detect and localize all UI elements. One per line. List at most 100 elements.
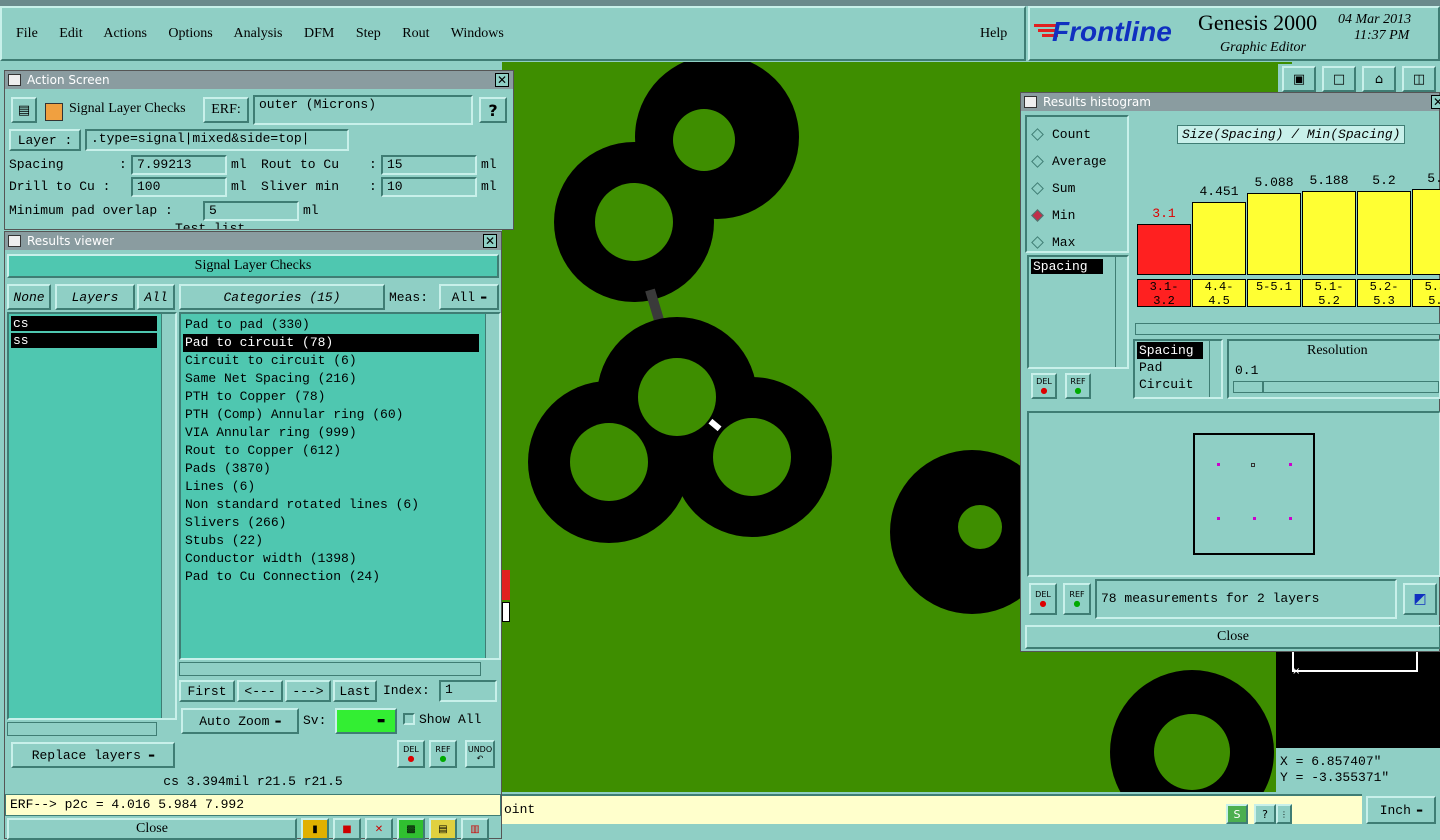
category-item[interactable]: Slivers (266) — [183, 514, 479, 532]
export-icon[interactable]: ◩ — [1403, 583, 1437, 615]
categories-button[interactable]: Categories (15) — [179, 284, 385, 310]
snap-icon[interactable]: S — [1226, 804, 1248, 824]
toolbar-icon-4[interactable]: ◫ — [1402, 66, 1436, 92]
next-button[interactable]: ---> — [285, 680, 331, 702]
layer-button[interactable]: Layer : — [9, 129, 81, 151]
close-button[interactable]: Close — [1025, 625, 1440, 649]
menu-step[interactable]: Step — [356, 26, 381, 41]
spacing-field[interactable]: 7.99213 — [131, 155, 227, 175]
del-button[interactable]: DEL ● — [397, 740, 425, 768]
close-icon[interactable]: ✕ — [483, 234, 497, 248]
overlap-field[interactable]: 5 — [203, 201, 299, 221]
del-button-2[interactable]: DEL ● — [1029, 583, 1057, 615]
erf-field[interactable]: outer (Microns) — [253, 95, 473, 125]
layers-hscroll[interactable] — [7, 722, 157, 736]
category-item[interactable]: PTH to Copper (78) — [183, 388, 479, 406]
help-button[interactable]: ? — [479, 97, 507, 123]
menu-actions[interactable]: Actions — [103, 26, 147, 41]
category-item[interactable]: PTH (Comp) Annular ring (60) — [183, 406, 479, 424]
menu-options[interactable]: Options — [168, 26, 212, 41]
close-icon[interactable]: ✕ — [495, 73, 509, 87]
chart-icon[interactable]: ▥ — [461, 818, 489, 840]
mode-radio-max[interactable]: Max — [1027, 229, 1127, 256]
category-item[interactable]: Pad to Cu Connection (24) — [183, 568, 479, 586]
scrollbar[interactable] — [1209, 341, 1221, 397]
first-button[interactable]: First — [179, 680, 235, 702]
category-item[interactable]: Rout to Copper (612) — [183, 442, 479, 460]
tool-icon-3[interactable]: ✕ — [365, 818, 393, 840]
drill-field[interactable]: 100 — [131, 177, 227, 197]
prev-button[interactable]: <--- — [237, 680, 283, 702]
rout-field[interactable]: 15 — [381, 155, 477, 175]
erf-button[interactable]: ERF: — [203, 97, 249, 123]
meas-select[interactable]: All ▬ — [439, 284, 499, 310]
menu-dfm[interactable]: DFM — [304, 26, 334, 41]
replace-layers-select[interactable]: Replace layers ▬ — [11, 742, 175, 768]
ref-button[interactable]: REF ● — [429, 740, 457, 768]
toolbar-icon-3[interactable]: ⌂ — [1362, 66, 1396, 92]
resolution-slider[interactable] — [1233, 381, 1439, 393]
category-item[interactable]: Lines (6) — [183, 478, 479, 496]
mode-radio-average[interactable]: Average — [1027, 148, 1127, 175]
list-item[interactable]: ss — [11, 333, 157, 348]
unit-select[interactable]: Inch ▬ — [1366, 796, 1436, 824]
mode-radio-min[interactable]: Min — [1027, 202, 1127, 229]
scrollbar[interactable] — [485, 314, 499, 658]
histogram-bar[interactable] — [1192, 202, 1246, 275]
histogram-bar[interactable] — [1357, 191, 1411, 275]
histogram-hscroll[interactable] — [1135, 323, 1440, 335]
tool-icon-5[interactable]: ▤ — [429, 818, 457, 840]
list-item[interactable]: Spacing — [1137, 342, 1203, 359]
menu-rout[interactable]: Rout — [402, 26, 429, 41]
layers-button[interactable]: Layers — [55, 284, 135, 310]
histogram-bar[interactable] — [1412, 189, 1440, 275]
mode-radio-count[interactable]: Count — [1027, 121, 1127, 148]
menu-help[interactable]: Help — [980, 26, 1007, 42]
stepper-icon[interactable]: ⋮ — [1276, 804, 1292, 824]
close-button[interactable]: Close — [7, 818, 297, 840]
none-button[interactable]: None — [7, 284, 51, 310]
all-button[interactable]: All — [137, 284, 175, 310]
tool-icon-2[interactable]: ■ — [333, 818, 361, 840]
category-item[interactable]: Pads (3870) — [183, 460, 479, 478]
histogram-bar[interactable] — [1247, 193, 1301, 275]
category-item[interactable]: Stubs (22) — [183, 532, 479, 550]
category-item[interactable]: Conductor width (1398) — [183, 550, 479, 568]
mode-radio-sum[interactable]: Sum — [1027, 175, 1127, 202]
menu-edit[interactable]: Edit — [59, 26, 82, 41]
histogram-bar[interactable] — [1302, 191, 1356, 275]
category-item[interactable]: Pad to pad (330) — [183, 316, 479, 334]
scrollbar[interactable] — [1115, 257, 1127, 367]
index-field[interactable]: 1 — [439, 680, 497, 702]
toolbar-icon-2[interactable]: □ — [1322, 66, 1356, 92]
list-item[interactable]: cs — [11, 316, 157, 331]
menu-analysis[interactable]: Analysis — [234, 26, 283, 41]
auto-zoom-select[interactable]: Auto Zoom ▬ — [181, 708, 299, 734]
category-item[interactable]: Circuit to circuit (6) — [183, 352, 479, 370]
sv-color-select[interactable]: ▬ — [335, 708, 397, 734]
categories-hscroll[interactable] — [179, 662, 481, 676]
ref-button-2[interactable]: REF ● — [1063, 583, 1091, 615]
list-icon[interactable]: ▤ — [11, 97, 37, 123]
del-button[interactable]: DEL ● — [1031, 373, 1057, 399]
ref-button[interactable]: REF ● — [1065, 373, 1091, 399]
scrollbar[interactable] — [161, 314, 175, 718]
last-button[interactable]: Last — [333, 680, 377, 702]
list-item[interactable]: Spacing — [1031, 259, 1103, 274]
menu-windows[interactable]: Windows — [451, 26, 504, 41]
category-item[interactable]: Pad to circuit (78) — [183, 334, 479, 352]
menu-file[interactable]: File — [16, 26, 38, 41]
histogram-bar[interactable] — [1137, 224, 1191, 275]
category-item[interactable]: Same Net Spacing (216) — [183, 370, 479, 388]
help-icon[interactable]: ? — [1254, 804, 1276, 824]
show-all-checkbox[interactable] — [403, 713, 415, 725]
tool-icon-4[interactable]: ▩ — [397, 818, 425, 840]
sliver-field[interactable]: 10 — [381, 177, 477, 197]
close-icon[interactable]: ✕ — [1431, 95, 1440, 109]
category-item[interactable]: Non standard rotated lines (6) — [183, 496, 479, 514]
undo-button[interactable]: UNDO ↶ — [465, 740, 495, 768]
slider-handle[interactable] — [1234, 382, 1264, 392]
category-item[interactable]: VIA Annular ring (999) — [183, 424, 479, 442]
toolbar-icon-1[interactable]: ▣ — [1282, 66, 1316, 92]
tool-icon-1[interactable]: ▮ — [301, 818, 329, 840]
